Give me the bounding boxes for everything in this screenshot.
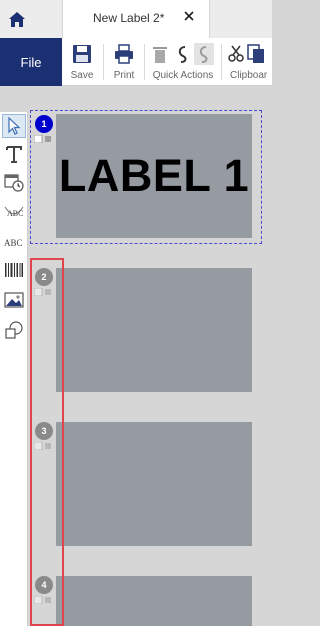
- tab-document[interactable]: New Label 2*: [62, 0, 210, 38]
- save-button[interactable]: Save: [66, 38, 98, 86]
- printer-icon: [115, 44, 133, 64]
- barcode-icon: [5, 263, 23, 277]
- undo-icon[interactable]: [175, 44, 191, 64]
- redo-icon[interactable]: [194, 43, 214, 65]
- svg-text:ABC: ABC: [4, 238, 23, 248]
- label-3[interactable]: [56, 422, 252, 546]
- rich-text-icon: ABC: [4, 238, 23, 248]
- home-button[interactable]: [0, 0, 34, 38]
- tab-document-title: New Label 2*: [93, 11, 165, 25]
- image-icon: [4, 292, 24, 308]
- rich-text-tool[interactable]: ABC: [2, 230, 26, 254]
- ribbon: File Save Print Quick Actions Clipboar: [0, 38, 272, 86]
- shapes-icon: [5, 321, 23, 339]
- print-label: Print: [113, 70, 135, 81]
- save-icon: [73, 45, 91, 63]
- image-tool[interactable]: [2, 288, 26, 312]
- tab-bar: New Label 2*: [0, 0, 272, 38]
- select-tool[interactable]: [2, 114, 26, 138]
- barcode-tool[interactable]: [2, 258, 26, 282]
- ribbon-separator: [221, 44, 222, 80]
- quick-actions-group: Quick Actions: [148, 38, 218, 86]
- curved-text-tool[interactable]: ABC: [2, 200, 26, 224]
- ribbon-separator: [103, 44, 104, 80]
- shape-tool[interactable]: [2, 318, 26, 342]
- clipboard-group: Clipboar: [226, 38, 272, 86]
- svg-text:ABC: ABC: [7, 209, 23, 218]
- home-icon: [9, 11, 25, 27]
- quick-actions-label: Quick Actions: [152, 70, 214, 81]
- highlight-annotation: [30, 258, 64, 626]
- delete-icon[interactable]: [151, 44, 169, 64]
- print-button[interactable]: Print: [108, 38, 140, 86]
- selected-label-outline: [30, 110, 262, 244]
- calendar-clock-icon: [4, 174, 24, 192]
- text-tool[interactable]: [2, 142, 26, 166]
- cut-icon[interactable]: [228, 45, 244, 63]
- label-2[interactable]: [56, 268, 252, 392]
- date-time-tool[interactable]: [2, 170, 26, 194]
- text-icon: [6, 146, 22, 163]
- curved-text-icon: ABC: [4, 206, 23, 218]
- label-1-number-badge: 1: [35, 115, 53, 133]
- label-4[interactable]: [56, 576, 252, 626]
- copy-icon[interactable]: [247, 44, 265, 64]
- pointer-icon: [8, 117, 21, 135]
- label-1-settings-icon[interactable]: [34, 135, 52, 143]
- save-label: Save: [70, 70, 94, 81]
- clipboard-label: Clipboar: [230, 70, 268, 81]
- ribbon-separator: [144, 44, 145, 80]
- object-toolbox: ABC ABC: [0, 112, 28, 626]
- close-icon[interactable]: [183, 10, 195, 22]
- file-button[interactable]: File: [0, 38, 62, 86]
